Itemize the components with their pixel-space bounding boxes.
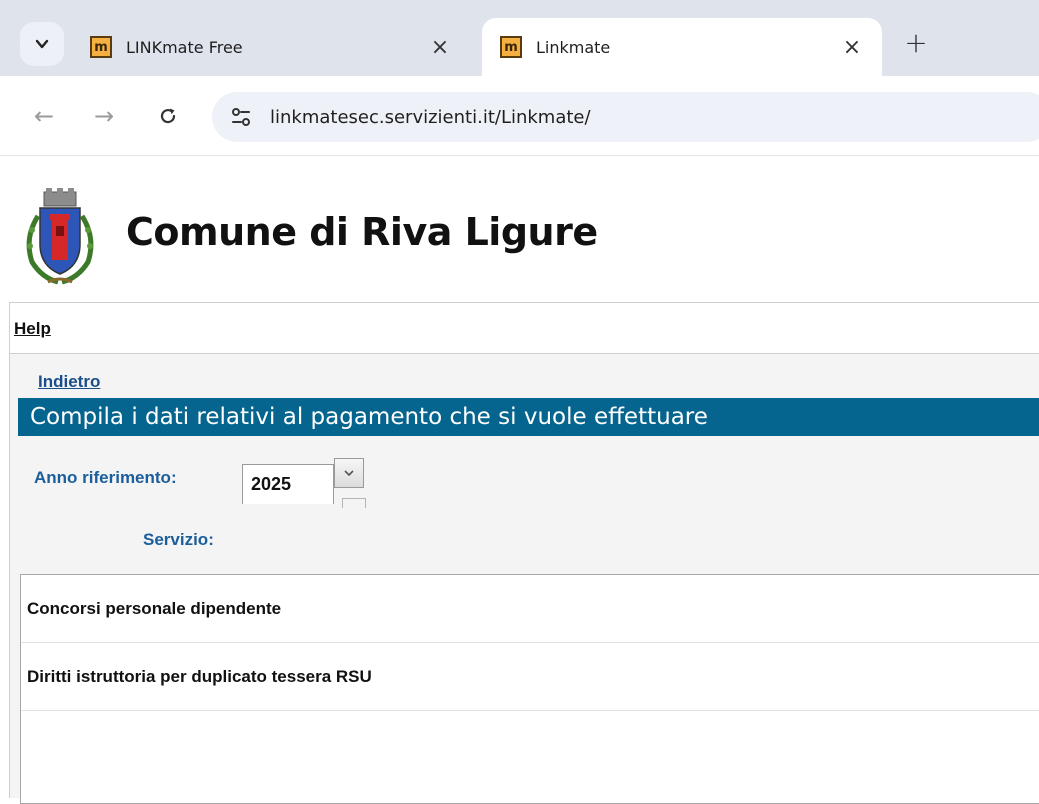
- site-title: Comune di Riva Ligure: [126, 210, 598, 254]
- linkmate-favicon-icon: m: [90, 36, 112, 58]
- year-select-value[interactable]: 2025: [242, 464, 334, 504]
- reload-button[interactable]: [150, 98, 186, 134]
- back-link[interactable]: Indietro: [38, 372, 100, 392]
- tab-linkmate[interactable]: m Linkmate ×: [482, 18, 882, 76]
- year-label: Anno riferimento:: [34, 468, 177, 487]
- service-item[interactable]: Concorsi personale dipendente: [21, 575, 1039, 643]
- year-select-arrow[interactable]: [334, 458, 364, 488]
- close-icon[interactable]: ×: [428, 35, 452, 60]
- browser-toolbar: ← → linkmatesec.servizienti.it/Linkmate/: [0, 76, 1039, 156]
- arrow-right-icon: →: [93, 102, 115, 130]
- tune-icon: [232, 108, 250, 126]
- url-text: linkmatesec.servizienti.it/Linkmate/: [270, 106, 591, 128]
- municipal-crest-icon: [26, 188, 94, 285]
- page-header: Comune di Riva Ligure: [0, 180, 1039, 290]
- browser-tabstrip: m LINKmate Free × m Linkmate × +: [0, 0, 1039, 76]
- chevron-down-icon: [344, 470, 354, 477]
- payment-form: Indietro Compila i dati relativi al paga…: [9, 354, 1039, 804]
- linkmate-favicon-icon: m: [500, 36, 522, 58]
- tab-linkmate-free[interactable]: m LINKmate Free ×: [72, 18, 470, 76]
- year-select-edge: [342, 498, 366, 508]
- back-button[interactable]: ←: [26, 98, 62, 134]
- help-link[interactable]: Help: [14, 319, 51, 339]
- tab-title: Linkmate: [536, 37, 611, 57]
- menu-bar: Help: [9, 302, 1039, 354]
- chevron-down-icon: [35, 39, 49, 49]
- reload-icon: [160, 108, 176, 124]
- tab-title: LINKmate Free: [126, 37, 243, 57]
- arrow-left-icon: ←: [33, 102, 55, 130]
- new-tab-button[interactable]: +: [898, 24, 934, 60]
- tab-search-button[interactable]: [20, 22, 64, 66]
- close-icon[interactable]: ×: [840, 35, 864, 60]
- site-settings-button[interactable]: [226, 102, 256, 132]
- service-list[interactable]: Concorsi personale dipendente Diritti is…: [20, 574, 1039, 804]
- address-bar[interactable]: linkmatesec.servizienti.it/Linkmate/: [212, 92, 1039, 142]
- service-label: Servizio:: [143, 530, 214, 549]
- service-item[interactable]: Diritti istruttoria per duplicato tesser…: [21, 643, 1039, 711]
- section-title: Compila i dati relativi al pagamento che…: [18, 398, 1039, 436]
- plus-icon: +: [904, 25, 928, 59]
- forward-button[interactable]: →: [86, 98, 122, 134]
- year-select[interactable]: 2025: [242, 458, 366, 508]
